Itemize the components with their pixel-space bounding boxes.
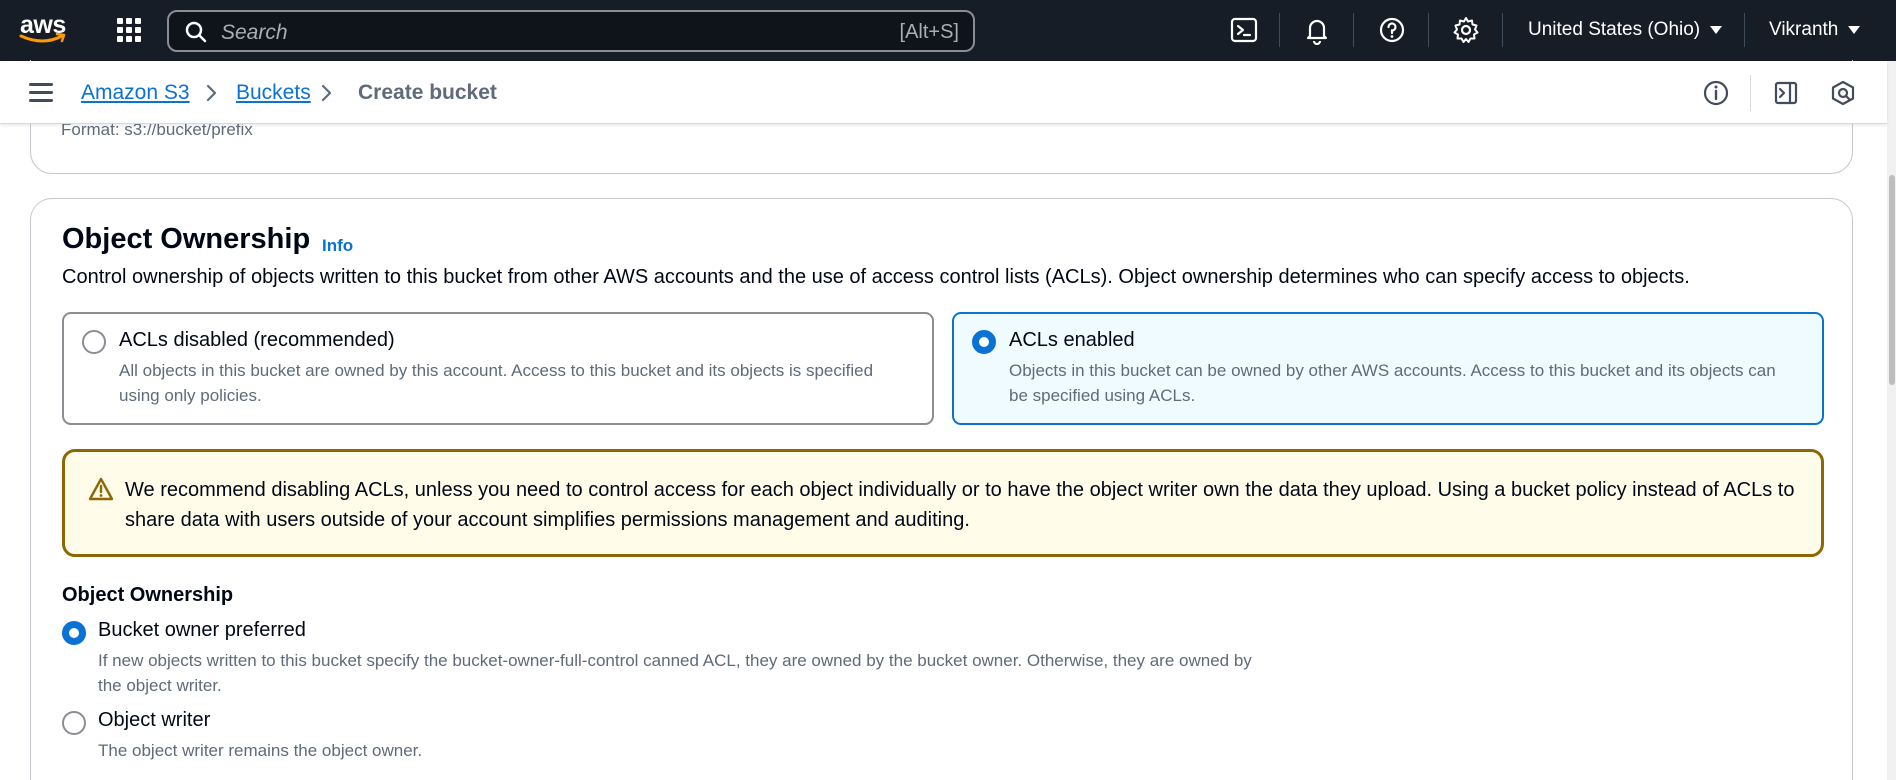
breadcrumb-current: Create bucket	[358, 81, 497, 104]
user-name: Vikranth	[1769, 19, 1839, 40]
search-shortcut-hint: [Alt+S]	[899, 21, 959, 43]
search-icon	[185, 21, 207, 43]
chevron-right-icon	[321, 84, 332, 102]
side-panel-icon[interactable]	[1772, 79, 1800, 107]
option-description: If new objects written to this bucket sp…	[98, 651, 1252, 695]
tile-description: All objects in this bucket are owned by …	[119, 361, 874, 405]
cloudshell-icon[interactable]	[1229, 15, 1259, 45]
warning-icon	[88, 477, 114, 501]
scrollbar-thumb[interactable]	[1889, 175, 1895, 385]
tile-label: ACLs disabled (recommended)	[119, 329, 395, 351]
caret-down-icon	[1710, 26, 1723, 34]
top-navigation: aws Search [Alt+S] United States (Ohio) …	[0, 0, 1896, 61]
section-description: Control ownership of objects written to …	[62, 266, 1690, 288]
chevron-right-icon	[206, 84, 217, 102]
object-ownership-card: Object Ownership Info Control ownership …	[30, 198, 1853, 780]
warning-alert: We recommend disabling ACLs, unless you …	[62, 449, 1824, 557]
caret-down-icon	[1848, 26, 1861, 34]
info-circle-icon[interactable]	[1702, 79, 1730, 107]
acls-disabled-radio[interactable]	[82, 330, 106, 354]
bucket-owner-preferred-option[interactable]: Bucket owner preferred If new objects wr…	[62, 619, 1362, 695]
breadcrumb-amazon-s3[interactable]: Amazon S3	[81, 81, 190, 105]
nav-divider	[1502, 13, 1503, 47]
nav-divider	[1428, 13, 1429, 47]
acls-enabled-tile[interactable]: ACLs enabled Objects in this bucket can …	[952, 312, 1824, 425]
object-writer-option[interactable]: Object writer The object writer remains …	[62, 709, 1362, 760]
object-writer-radio[interactable]	[62, 711, 86, 735]
tile-description: Objects in this bucket can be owned by o…	[1009, 361, 1776, 405]
user-menu[interactable]: Vikranth	[1769, 19, 1861, 41]
breadcrumb-bar: Amazon S3 Buckets Create bucket	[0, 61, 1887, 124]
security-hub-icon[interactable]	[1829, 79, 1857, 107]
breadcrumb-buckets[interactable]: Buckets	[236, 81, 311, 105]
tile-label: ACLs enabled	[1009, 329, 1135, 351]
aws-smile-icon	[19, 32, 66, 43]
option-label: Object writer	[98, 709, 211, 731]
section-title: Object Ownership	[62, 223, 311, 255]
nav-divider	[1744, 13, 1745, 47]
nav-divider	[1353, 13, 1354, 47]
acls-disabled-tile[interactable]: ACLs disabled (recommended) All objects …	[62, 312, 934, 425]
apps-grid-icon[interactable]	[115, 16, 143, 44]
region-selector[interactable]: United States (Ohio)	[1528, 19, 1723, 41]
option-label: Bucket owner preferred	[98, 619, 306, 641]
gear-icon[interactable]	[1451, 15, 1481, 45]
menu-icon[interactable]	[29, 83, 53, 103]
region-label: United States (Ohio)	[1528, 19, 1701, 40]
nav-divider	[1279, 13, 1280, 47]
option-description: The object writer remains the object own…	[98, 741, 423, 760]
search-placeholder: Search	[221, 21, 288, 44]
help-icon[interactable]	[1377, 15, 1407, 45]
acls-enabled-radio[interactable]	[972, 330, 996, 354]
ownership-field-label: Object Ownership	[62, 584, 234, 606]
search-input[interactable]: Search [Alt+S]	[167, 10, 975, 52]
tool-divider	[1750, 75, 1751, 111]
aws-logo[interactable]: aws	[18, 11, 70, 48]
warning-text: We recommend disabling ACLs, unless you …	[125, 479, 1795, 531]
bucket-owner-preferred-radio[interactable]	[62, 621, 86, 645]
scrollbar-track[interactable]	[1887, 61, 1896, 780]
bell-icon[interactable]	[1302, 15, 1332, 45]
info-link[interactable]: Info	[322, 236, 353, 256]
